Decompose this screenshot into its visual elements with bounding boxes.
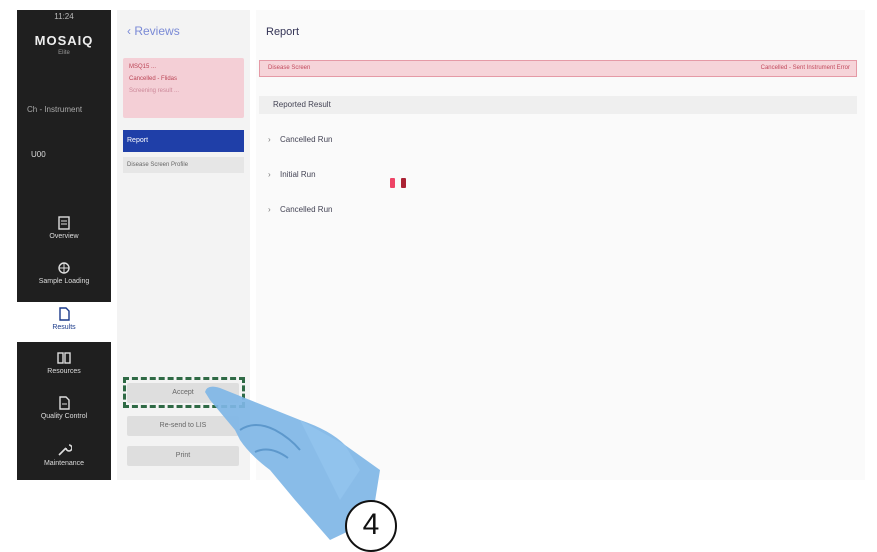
main-nav: 11:24 MOSAIQ Elite Ch - Instrument U00 O… — [17, 10, 111, 480]
run-label: Initial Run — [280, 170, 316, 179]
maintenance-icon — [58, 444, 72, 456]
run-row[interactable]: › Cancelled Run — [268, 135, 332, 144]
nav-item-quality-control[interactable]: Quality Control — [17, 395, 111, 420]
nav-item-sample-loading[interactable]: Sample Loading — [17, 260, 111, 285]
report-panel: Report Disease Screen Cancelled - Sent I… — [256, 10, 865, 480]
quality-control-icon — [59, 396, 70, 410]
run-label: Cancelled Run — [280, 205, 333, 214]
nav-item-label: Results — [52, 324, 76, 331]
highlight-frame — [123, 377, 245, 408]
sidebar-item-disease-screen[interactable]: Disease Screen Profile — [123, 157, 244, 173]
clock: 11:24 — [54, 12, 74, 21]
print-button[interactable]: Print — [127, 446, 239, 466]
chevron-right-icon: › — [268, 170, 271, 179]
page-title: Report — [266, 26, 300, 38]
tube-icon — [401, 178, 406, 188]
tube-icon — [390, 178, 395, 188]
run-label: Cancelled Run — [280, 135, 333, 144]
sample-tube-icons — [390, 175, 412, 193]
status-banner: Disease Screen Cancelled - Sent Instrume… — [259, 60, 857, 77]
sample-card[interactable]: MSQ15 ... Cancelled - Flidas Screening r… — [123, 58, 244, 118]
instrument-label[interactable]: Ch - Instrument — [27, 105, 82, 114]
app-logo-sub: Elite — [58, 50, 70, 56]
sample-id: MSQ15 ... — [129, 64, 157, 70]
banner-label: Disease Screen — [268, 65, 311, 71]
resend-lis-button[interactable]: Re-send to LIS — [127, 416, 239, 436]
nav-item-label: Maintenance — [43, 460, 85, 467]
run-row[interactable]: › Initial Run — [268, 170, 316, 179]
sample-status: Cancelled - Flidas — [129, 76, 178, 82]
chevron-right-icon: › — [268, 205, 271, 214]
sidebar-item-report[interactable]: Report — [123, 130, 244, 152]
overview-icon — [58, 216, 70, 230]
sample-loading-icon — [58, 262, 70, 274]
run-row[interactable]: › Cancelled Run — [268, 205, 332, 214]
nav-item-label: Overview — [49, 233, 79, 240]
app-logo: MOSAIQ — [34, 33, 94, 48]
user-label[interactable]: U00 — [31, 150, 46, 159]
nav-item-label: Quality Control — [40, 413, 88, 420]
nav-item-overview[interactable]: Overview — [17, 215, 111, 240]
chevron-left-icon: ‹ — [127, 24, 131, 38]
chevron-right-icon: › — [268, 135, 271, 144]
step-number: 4 — [345, 500, 397, 552]
reported-result-header: Reported Result — [259, 96, 857, 114]
sample-detail: Screening result ... — [129, 88, 180, 94]
nav-item-label: Sample Loading — [38, 278, 90, 285]
back-label: Reviews — [134, 24, 180, 38]
banner-status: Cancelled - Sent Instrument Error — [760, 65, 850, 71]
nav-item-label: Resources — [47, 368, 81, 375]
nav-item-resources[interactable]: Resources — [17, 350, 111, 375]
resources-icon — [57, 352, 71, 364]
results-icon — [59, 307, 70, 321]
review-sidebar: ‹ Reviews MSQ15 ... Cancelled - Flidas S… — [117, 10, 250, 480]
nav-item-maintenance[interactable]: Maintenance — [17, 442, 111, 467]
nav-item-results[interactable]: Results — [17, 302, 111, 342]
back-link[interactable]: ‹ Reviews — [127, 24, 180, 38]
